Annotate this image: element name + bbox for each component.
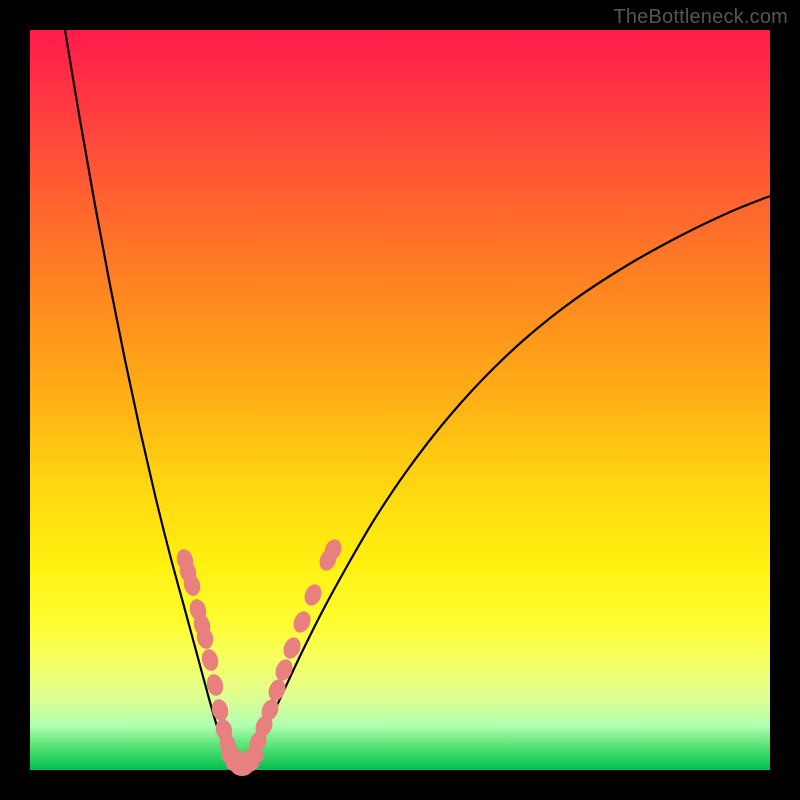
chart-svg xyxy=(0,0,800,800)
data-dot xyxy=(272,657,295,683)
curve-right-curve xyxy=(242,196,770,770)
watermark-text: TheBottleneck.com xyxy=(613,6,788,29)
data-dot xyxy=(301,582,324,608)
chart-container: TheBottleneck.com xyxy=(0,0,800,800)
data-dot xyxy=(265,677,288,703)
data-dot xyxy=(209,697,230,722)
data-dot xyxy=(290,609,313,635)
data-dot xyxy=(199,647,220,672)
